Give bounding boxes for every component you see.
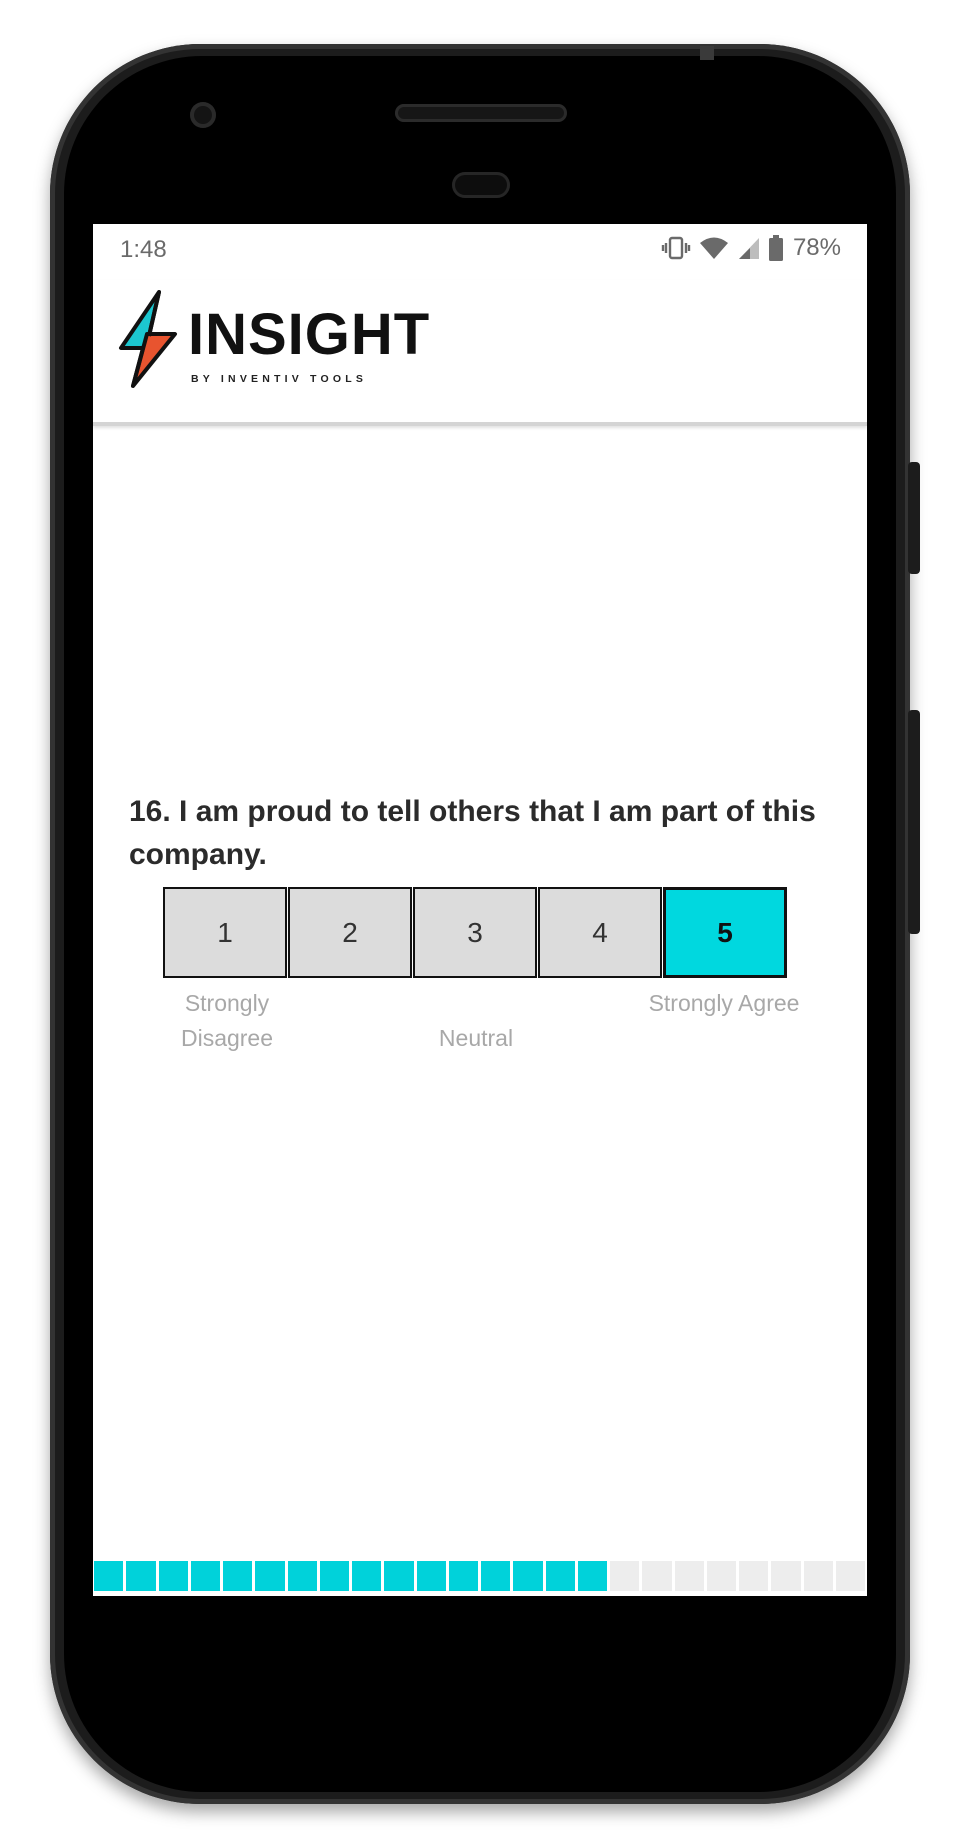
wifi-icon <box>699 236 729 260</box>
rating-option-1[interactable]: 1 <box>163 887 287 978</box>
proximity-sensor <box>452 172 510 198</box>
status-bar: 1:48 78% <box>93 224 867 280</box>
progress-segment-complete <box>318 1560 351 1592</box>
battery-percent: 78% <box>792 234 841 261</box>
logo-tagline: BY INVENTIV TOOLS <box>191 373 368 385</box>
progress-segment-complete <box>351 1560 384 1592</box>
progress-segment-complete <box>189 1560 222 1592</box>
progress-segment-complete <box>93 1560 126 1592</box>
scale-label-strongly-disagree: Strongly Disagree <box>180 990 274 1051</box>
logo-wordmark: INSIGHT <box>188 302 431 367</box>
progress-segment-remaining <box>738 1560 771 1592</box>
earpiece-speaker <box>395 104 567 122</box>
progress-segment-complete <box>286 1560 319 1592</box>
power-button[interactable] <box>908 462 920 574</box>
progress-segment-remaining <box>802 1560 835 1592</box>
question-text: 16. I am proud to tell others that I am … <box>129 795 816 871</box>
front-camera-icon <box>190 102 216 128</box>
phone-screen: 1:48 78% INSIGHT BY INVENTIV TOOLS 16. I… <box>93 224 867 1596</box>
volume-rocker[interactable] <box>908 710 920 934</box>
progress-segment-complete <box>480 1560 513 1592</box>
progress-segment-complete <box>383 1560 416 1592</box>
progress-segment-complete <box>157 1560 190 1592</box>
progress-segment-complete <box>447 1560 480 1592</box>
rating-option-4[interactable]: 4 <box>538 887 662 978</box>
rating-option-3[interactable]: 3 <box>413 887 537 978</box>
progress-segment-remaining <box>834 1560 867 1592</box>
progress-segment-remaining <box>673 1560 706 1592</box>
app-header: INSIGHT BY INVENTIV TOOLS <box>93 280 867 426</box>
status-time: 1:48 <box>120 236 167 263</box>
progress-segment-remaining <box>770 1560 803 1592</box>
progress-segment-complete <box>415 1560 448 1592</box>
progress-segment-complete <box>222 1560 255 1592</box>
battery-icon <box>768 235 783 261</box>
rating-option-5[interactable]: 5 <box>663 887 787 978</box>
vibrate-icon <box>661 236 691 260</box>
progress-segment-remaining <box>609 1560 642 1592</box>
progress-segment-complete <box>254 1560 287 1592</box>
survey-progress-bar <box>93 1560 867 1592</box>
insight-logo: INSIGHT BY INVENTIV TOOLS <box>113 290 453 400</box>
progress-segment-complete <box>125 1560 158 1592</box>
status-icons: 78% <box>661 234 841 262</box>
progress-segment-complete <box>512 1560 545 1592</box>
phone-antenna-line <box>700 46 714 60</box>
rating-option-2[interactable]: 2 <box>288 887 412 978</box>
cell-signal-icon <box>737 236 761 260</box>
progress-segment-complete <box>576 1560 609 1592</box>
rating-scale: 1 2 3 4 5 <box>163 887 795 982</box>
progress-segment-remaining <box>641 1560 674 1592</box>
lightning-bolt-icon <box>119 290 177 388</box>
progress-segment-complete <box>544 1560 577 1592</box>
progress-segment-remaining <box>705 1560 738 1592</box>
scale-label-strongly-agree: Strongly Agree <box>648 990 800 1016</box>
scale-label-neutral: Neutral <box>438 1025 514 1051</box>
